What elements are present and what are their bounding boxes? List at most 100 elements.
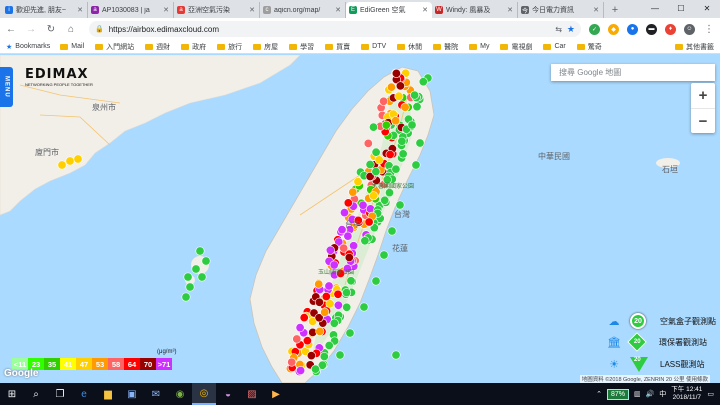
station-marker[interactable]	[374, 155, 384, 165]
extension-icon[interactable]: ▬	[646, 23, 657, 35]
station-marker[interactable]	[400, 102, 410, 112]
bookmark-folder[interactable]: 買賣	[325, 42, 350, 52]
station-marker[interactable]	[412, 102, 422, 112]
bookmark-folder[interactable]: 驚奇	[576, 42, 602, 52]
station-marker[interactable]	[368, 122, 378, 132]
station-marker[interactable]	[380, 195, 390, 205]
station-marker[interactable]	[379, 250, 389, 260]
station-marker[interactable]	[65, 156, 75, 166]
station-marker[interactable]	[391, 350, 401, 360]
close-tab-icon[interactable]: ✕	[77, 6, 83, 14]
station-marker[interactable]	[342, 288, 352, 298]
map-attribution[interactable]: 地圖資料 ©2018 Google, ZENRIN 20 公里 使用條款	[579, 375, 710, 383]
extension-icon[interactable]: ✓	[589, 23, 600, 35]
station-marker[interactable]	[324, 340, 334, 350]
station-marker[interactable]	[407, 120, 417, 130]
taskbar-clock[interactable]: 下午 12:41 2018/11/7	[671, 386, 702, 402]
other-bookmarks[interactable]: 其他書籤	[675, 42, 714, 52]
station-marker[interactable]	[345, 328, 355, 338]
station-marker[interactable]	[343, 231, 353, 241]
station-marker[interactable]	[185, 282, 195, 292]
station-marker[interactable]	[302, 336, 312, 346]
station-marker[interactable]	[315, 326, 325, 336]
station-marker[interactable]	[371, 147, 381, 157]
station-marker[interactable]	[369, 191, 379, 201]
maximize-button[interactable]: ☐	[668, 0, 694, 16]
station-marker[interactable]	[418, 77, 428, 87]
address-bar[interactable]: 🔒 https://airbox.edimaxcloud.com ⇆ ★	[89, 21, 581, 37]
close-tab-icon[interactable]: ✕	[335, 6, 341, 14]
station-marker[interactable]	[381, 120, 391, 130]
notifications-icon[interactable]: ▭	[707, 390, 714, 398]
station-marker[interactable]	[201, 256, 211, 266]
bookmark-folder[interactable]: 房屋	[253, 42, 278, 52]
chrome-menu-icon[interactable]: ⋮	[703, 24, 715, 35]
station-marker[interactable]	[371, 167, 381, 177]
station-marker[interactable]	[344, 253, 354, 263]
close-tab-icon[interactable]: ✕	[249, 6, 255, 14]
station-marker[interactable]	[333, 289, 343, 299]
station-marker[interactable]	[339, 208, 349, 218]
station-marker[interactable]	[73, 154, 83, 164]
back-button[interactable]: ←	[5, 24, 17, 35]
battery-indicator[interactable]: 87%	[606, 388, 629, 400]
station-marker[interactable]	[349, 241, 359, 251]
station-marker[interactable]	[325, 245, 335, 255]
station-marker[interactable]	[398, 149, 408, 159]
translate-icon[interactable]: ⇆	[555, 25, 562, 34]
bookmark-folder[interactable]: My	[469, 42, 489, 52]
home-button[interactable]: ⌂	[65, 24, 77, 35]
station-marker[interactable]	[183, 272, 193, 282]
station-marker[interactable]	[320, 307, 330, 317]
browser-tab[interactable]: W Windy: 風暴及 ✕	[432, 2, 518, 18]
close-tab-icon[interactable]: ✕	[593, 6, 599, 14]
bookmark-star-icon[interactable]: ★	[567, 24, 575, 35]
bookmark-folder[interactable]: 醫院	[433, 42, 458, 52]
station-marker[interactable]	[57, 160, 67, 170]
windows-icon[interactable]: ⊞	[0, 383, 24, 405]
volume-icon[interactable]: 🔊	[646, 390, 655, 398]
station-marker[interactable]	[195, 246, 205, 256]
chrome-icon[interactable]: ◎	[192, 383, 216, 405]
close-window-button[interactable]: ✕	[694, 0, 720, 16]
network-icon[interactable]: ▥	[634, 390, 641, 398]
app-icon[interactable]: ◉	[168, 383, 192, 405]
station-marker[interactable]	[197, 272, 207, 282]
close-tab-icon[interactable]: ✕	[507, 6, 513, 14]
station-marker[interactable]	[415, 138, 425, 148]
paint-icon[interactable]: ▨	[240, 383, 264, 405]
forward-button[interactable]: →	[25, 24, 37, 35]
menu-button[interactable]: MENU	[0, 67, 13, 107]
station-marker[interactable]	[306, 351, 316, 361]
station-marker[interactable]	[411, 160, 421, 170]
minimize-button[interactable]: —	[642, 0, 668, 16]
tray-up-arrow-icon[interactable]: ⌃	[596, 390, 602, 398]
station-marker[interactable]	[292, 334, 302, 344]
bookmark-folder[interactable]: 週財	[145, 42, 170, 52]
station-marker[interactable]	[321, 292, 331, 302]
search-icon[interactable]: ⌕	[24, 383, 48, 405]
station-marker[interactable]	[324, 281, 334, 291]
station-marker[interactable]	[386, 82, 396, 92]
reload-button[interactable]: ↻	[45, 24, 57, 35]
edge-icon[interactable]: e	[72, 383, 96, 405]
new-tab-button[interactable]: +	[607, 2, 623, 18]
station-marker[interactable]	[385, 150, 395, 160]
station-marker[interactable]	[287, 357, 297, 367]
input-method-icon[interactable]: 中	[659, 389, 666, 399]
extension-icon[interactable]: ◆	[608, 23, 619, 35]
station-marker[interactable]	[335, 350, 345, 360]
mail-icon[interactable]: ✉	[144, 383, 168, 405]
browser-tab[interactable]: a 亞洲空氣污染 ✕	[174, 2, 260, 18]
station-marker[interactable]	[329, 318, 339, 328]
extension-icon[interactable]: ♦	[665, 23, 676, 35]
bookmarks-button[interactable]: ★ Bookmarks	[6, 43, 50, 51]
station-marker[interactable]	[314, 279, 324, 289]
station-marker[interactable]	[387, 226, 397, 236]
close-tab-icon[interactable]: ✕	[163, 6, 169, 14]
station-marker[interactable]	[397, 136, 407, 146]
station-marker[interactable]	[339, 243, 349, 253]
station-marker[interactable]	[343, 198, 353, 208]
station-marker[interactable]	[395, 200, 405, 210]
bookmark-folder[interactable]: Car	[543, 42, 566, 52]
